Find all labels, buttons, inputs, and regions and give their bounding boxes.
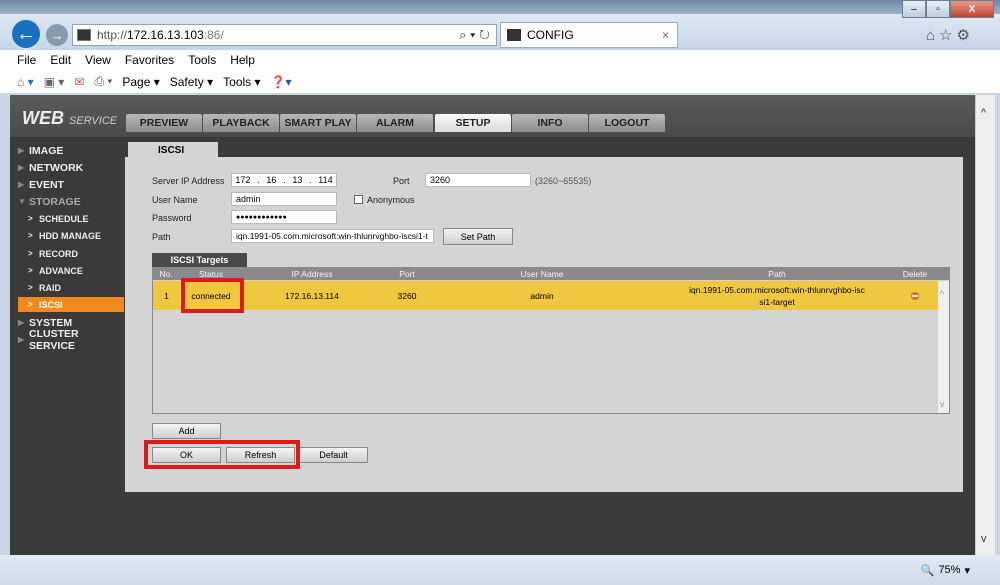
col-ip: IP Address bbox=[291, 268, 333, 279]
password-field[interactable]: ●●●●●●●●●●●● bbox=[231, 210, 337, 224]
port-label: Port bbox=[393, 176, 410, 186]
close-window-button[interactable]: X bbox=[950, 0, 994, 18]
print-icon[interactable]: ⎙ ▾ bbox=[94, 74, 112, 89]
nav-alarm[interactable]: ALARM bbox=[357, 114, 433, 132]
sidebar-item-event[interactable]: ▶ EVENT bbox=[18, 177, 124, 192]
col-port: Port bbox=[399, 268, 415, 279]
sidebar-item-hdd-manage[interactable]: > HDD MANAGE bbox=[28, 228, 124, 243]
nav-info[interactable]: INFO bbox=[512, 114, 588, 132]
home-icon[interactable]: ⌂ ▾ bbox=[17, 75, 34, 89]
anonymous-label: Anonymous bbox=[367, 195, 415, 205]
table-row[interactable]: 1 connected 172.16.13.114 3260 admin iqn… bbox=[153, 281, 938, 310]
sidebar-item-storage[interactable]: ▼ STORAGE bbox=[18, 194, 124, 209]
anonymous-checkbox[interactable] bbox=[354, 195, 363, 204]
status-bar: 🔍 75% ▾ bbox=[0, 555, 1000, 585]
sidebar-item-advance[interactable]: > ADVANCE bbox=[28, 263, 124, 278]
sidebar-item-iscsi[interactable]: > ISCSI bbox=[18, 297, 124, 312]
password-label: Password bbox=[152, 213, 192, 223]
tools-menu[interactable]: Tools ▾ bbox=[223, 75, 260, 89]
user-name-field[interactable]: admin bbox=[231, 192, 337, 206]
help-icon[interactable]: ❓▾ bbox=[271, 75, 292, 89]
mail-icon[interactable]: ✉ bbox=[74, 75, 84, 89]
forward-button[interactable]: → bbox=[46, 24, 68, 46]
site-icon bbox=[77, 29, 91, 41]
command-bar: ⌂ ▾ ▣ ▾ ✉ ⎙ ▾ Page ▾ Safety ▾ Tools ▾ ❓▾ bbox=[0, 70, 1000, 94]
set-path-button[interactable]: Set Path bbox=[443, 228, 513, 245]
tab-iscsi[interactable]: ISCSI bbox=[128, 142, 218, 158]
cell-no: 1 bbox=[164, 290, 169, 301]
annotation-box-buttons bbox=[144, 440, 300, 469]
menu-tools[interactable]: Tools bbox=[188, 53, 216, 67]
path-field[interactable]: iqn.1991-05.com.microsoft:win-thlunrvghb… bbox=[231, 229, 434, 243]
table-scrollbar[interactable]: ^ v bbox=[938, 281, 949, 413]
annotation-box-status bbox=[181, 278, 244, 313]
nav-logout[interactable]: LOGOUT bbox=[589, 114, 665, 132]
col-delete: Delete bbox=[902, 268, 928, 279]
col-path: Path bbox=[768, 268, 786, 279]
search-refresh-icon[interactable]: ⌕ ▾ ↻ bbox=[459, 27, 490, 43]
logo: WEB SERVICE bbox=[22, 108, 118, 128]
page-menu[interactable]: Page ▾ bbox=[122, 75, 159, 89]
nav-setup[interactable]: SETUP bbox=[435, 114, 511, 132]
sidebar-item-raid[interactable]: > RAID bbox=[28, 280, 124, 295]
default-button[interactable]: Default bbox=[299, 447, 368, 463]
menu-edit[interactable]: Edit bbox=[50, 53, 71, 67]
iscsi-targets-tab: ISCSI Targets bbox=[152, 253, 247, 267]
browser-tab[interactable]: CONFIG × bbox=[500, 22, 678, 48]
minimize-button[interactable]: ‒ bbox=[902, 0, 926, 18]
menu-view[interactable]: View bbox=[85, 53, 111, 67]
port-range-hint: (3260~65535) bbox=[535, 176, 592, 186]
server-ip-field[interactable]: 172. 16. 13. 114 bbox=[231, 173, 337, 187]
delete-button[interactable] bbox=[900, 281, 930, 310]
table-header: No. Status IP Address Port User Name Pat… bbox=[152, 267, 950, 280]
safety-menu[interactable]: Safety ▾ bbox=[170, 75, 213, 89]
nav-preview[interactable]: PREVIEW bbox=[126, 114, 202, 132]
server-ip-label: Server IP Address bbox=[152, 176, 225, 186]
page-scrollbar[interactable]: ^ v bbox=[975, 95, 995, 555]
tab-icon bbox=[507, 29, 521, 41]
menu-favorites[interactable]: Favorites bbox=[125, 53, 174, 67]
sidebar-item-record[interactable]: > RECORD bbox=[28, 246, 124, 261]
cell-ip: 172.16.13.114 bbox=[285, 290, 339, 301]
zoom-icon[interactable]: 🔍 bbox=[921, 564, 935, 577]
user-name-label: User Name bbox=[152, 195, 198, 205]
maximize-button[interactable]: ▫ bbox=[926, 0, 950, 18]
port-field[interactable]: 3260 bbox=[425, 173, 531, 187]
sidebar-item-image[interactable]: ▶ IMAGE bbox=[18, 143, 124, 158]
add-button[interactable]: Add bbox=[152, 423, 221, 439]
home-favorites-settings-icons[interactable]: ⌂☆⚙ bbox=[926, 26, 974, 44]
cell-port: 3260 bbox=[397, 290, 417, 301]
col-user: User Name bbox=[520, 268, 564, 279]
menu-bar: File Edit View Favorites Tools Help bbox=[0, 50, 1000, 70]
menu-file[interactable]: File bbox=[17, 53, 36, 67]
zoom-level[interactable]: 75% bbox=[938, 564, 960, 576]
feeds-icon[interactable]: ▣ ▾ bbox=[44, 75, 65, 89]
path-label: Path bbox=[152, 232, 171, 242]
cell-user: admin bbox=[530, 290, 554, 301]
cell-path: iqn.1991-05.com.microsoft:win-thlunrvghb… bbox=[689, 284, 865, 307]
back-button[interactable]: ← bbox=[10, 18, 42, 50]
col-no: No. bbox=[159, 268, 173, 279]
menu-help[interactable]: Help bbox=[230, 53, 255, 67]
sidebar-item-schedule[interactable]: > SCHEDULE bbox=[28, 211, 124, 226]
delete-icon[interactable] bbox=[911, 291, 919, 300]
nav-smart-play[interactable]: SMART PLAY bbox=[280, 114, 356, 132]
sidebar-item-cluster-service[interactable]: ▶ CLUSTER SERVICE bbox=[18, 328, 124, 352]
nav-playback[interactable]: PLAYBACK bbox=[203, 114, 279, 132]
sidebar-item-network[interactable]: ▶ NETWORK bbox=[18, 160, 124, 175]
address-bar[interactable]: http://172.16.13.103:86/ ⌕ ▾ ↻ bbox=[72, 24, 497, 46]
close-tab-icon[interactable]: × bbox=[662, 28, 669, 42]
